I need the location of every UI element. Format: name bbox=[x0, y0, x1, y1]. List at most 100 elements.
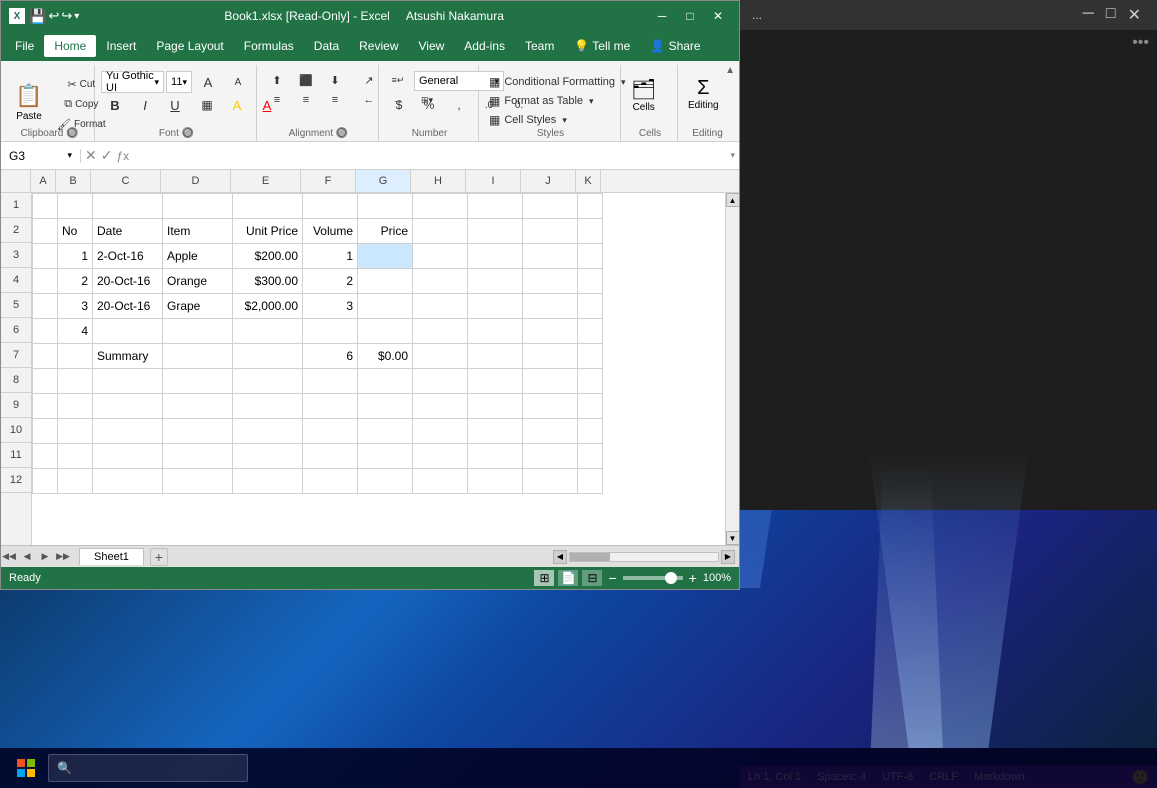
cell-h9[interactable] bbox=[413, 394, 468, 419]
vscode-ellipsis-icon[interactable]: ••• bbox=[1132, 34, 1149, 52]
cell-j5[interactable] bbox=[523, 294, 578, 319]
cell-g2[interactable]: Price bbox=[358, 219, 413, 244]
cell-d7[interactable] bbox=[163, 344, 233, 369]
cell-h6[interactable] bbox=[413, 319, 468, 344]
cell-e12[interactable] bbox=[233, 469, 303, 494]
cell-b7[interactable] bbox=[58, 344, 93, 369]
row-header-6[interactable]: 6 bbox=[1, 318, 31, 343]
cell-h5[interactable] bbox=[413, 294, 468, 319]
cell-d6[interactable] bbox=[163, 319, 233, 344]
cell-a10[interactable] bbox=[33, 419, 58, 444]
cell-k1[interactable] bbox=[578, 194, 603, 219]
cell-g1[interactable] bbox=[358, 194, 413, 219]
vscode-maximize-button[interactable]: □ bbox=[1102, 5, 1120, 25]
cancel-formula-icon[interactable]: ✕ bbox=[85, 147, 97, 164]
cell-i7[interactable] bbox=[468, 344, 523, 369]
cell-e2[interactable]: Unit Price bbox=[233, 219, 303, 244]
cell-h10[interactable] bbox=[413, 419, 468, 444]
cell-j6[interactable] bbox=[523, 319, 578, 344]
insert-function-icon[interactable]: ƒx bbox=[116, 149, 129, 163]
cell-g3[interactable] bbox=[358, 244, 413, 269]
taskbar-search[interactable]: 🔍 bbox=[48, 754, 248, 782]
cell-e10[interactable] bbox=[233, 419, 303, 444]
cell-g10[interactable] bbox=[358, 419, 413, 444]
prev-sheet-button[interactable]: ◀ bbox=[19, 549, 35, 565]
cell-j8[interactable] bbox=[523, 369, 578, 394]
cell-c5[interactable]: 20-Oct-16 bbox=[93, 294, 163, 319]
vertical-scrollbar[interactable]: ▲ ▼ bbox=[725, 193, 739, 545]
font-name-dropdown[interactable]: Yu Gothic UI ▾ bbox=[101, 71, 164, 93]
cell-i6[interactable] bbox=[468, 319, 523, 344]
cell-f5[interactable]: 3 bbox=[303, 294, 358, 319]
cell-c8[interactable] bbox=[93, 369, 163, 394]
cell-a7[interactable] bbox=[33, 344, 58, 369]
zoom-plus-button[interactable]: + bbox=[687, 570, 699, 586]
start-button[interactable] bbox=[8, 750, 44, 786]
cell-i2[interactable] bbox=[468, 219, 523, 244]
add-sheet-button[interactable]: + bbox=[150, 548, 168, 566]
col-header-a[interactable]: A bbox=[31, 170, 56, 192]
next-sheet-button[interactable]: ▶ bbox=[37, 549, 53, 565]
menu-team[interactable]: Team bbox=[515, 35, 564, 57]
vscode-minimize-button[interactable]: ─ bbox=[1079, 5, 1098, 25]
cell-h8[interactable] bbox=[413, 369, 468, 394]
menu-formulas[interactable]: Formulas bbox=[234, 35, 304, 57]
page-break-view-button[interactable]: ⊟ bbox=[582, 570, 602, 586]
cell-c10[interactable] bbox=[93, 419, 163, 444]
cell-h12[interactable] bbox=[413, 469, 468, 494]
cell-i10[interactable] bbox=[468, 419, 523, 444]
cell-k6[interactable] bbox=[578, 319, 603, 344]
cell-g4[interactable] bbox=[358, 269, 413, 294]
menu-home[interactable]: Home bbox=[44, 35, 96, 57]
cell-f12[interactable] bbox=[303, 469, 358, 494]
cell-a9[interactable] bbox=[33, 394, 58, 419]
cell-k5[interactable] bbox=[578, 294, 603, 319]
cell-g9[interactable] bbox=[358, 394, 413, 419]
cell-i3[interactable] bbox=[468, 244, 523, 269]
ribbon-collapse-button[interactable]: ▲ bbox=[725, 65, 735, 76]
row-header-5[interactable]: 5 bbox=[1, 293, 31, 318]
menu-insert[interactable]: Insert bbox=[96, 35, 146, 57]
cell-b8[interactable] bbox=[58, 369, 93, 394]
cell-a6[interactable] bbox=[33, 319, 58, 344]
cell-i8[interactable] bbox=[468, 369, 523, 394]
align-right-button[interactable]: ≡ bbox=[321, 91, 349, 109]
save-icon[interactable]: 💾 bbox=[29, 8, 46, 25]
cell-f1[interactable] bbox=[303, 194, 358, 219]
cell-e7[interactable] bbox=[233, 344, 303, 369]
cell-g6[interactable] bbox=[358, 319, 413, 344]
cell-k10[interactable] bbox=[578, 419, 603, 444]
cell-reference-box[interactable]: G3 ▾ bbox=[1, 149, 81, 163]
conditional-formatting-button[interactable]: ▦ Conditional Formatting ▾ bbox=[485, 73, 630, 91]
row-header-11[interactable]: 11 bbox=[1, 443, 31, 468]
cell-k8[interactable] bbox=[578, 369, 603, 394]
cell-h2[interactable] bbox=[413, 219, 468, 244]
cell-c9[interactable] bbox=[93, 394, 163, 419]
paste-button[interactable]: 📋 Paste bbox=[9, 73, 49, 131]
col-header-b[interactable]: B bbox=[56, 170, 91, 192]
cell-i9[interactable] bbox=[468, 394, 523, 419]
scroll-up-button[interactable]: ▲ bbox=[726, 193, 740, 207]
cell-d1[interactable] bbox=[163, 194, 233, 219]
menu-view[interactable]: View bbox=[409, 35, 455, 57]
row-header-1[interactable]: 1 bbox=[1, 193, 31, 218]
cell-g7[interactable]: $0.00 bbox=[358, 344, 413, 369]
minimize-button[interactable]: ─ bbox=[649, 6, 675, 26]
cell-d4[interactable]: Orange bbox=[163, 269, 233, 294]
cell-a1[interactable] bbox=[33, 194, 58, 219]
editing-button[interactable]: Σ Editing bbox=[684, 73, 723, 115]
cell-f4[interactable]: 2 bbox=[303, 269, 358, 294]
cell-f7[interactable]: 6 bbox=[303, 344, 358, 369]
cell-e4[interactable]: $300.00 bbox=[233, 269, 303, 294]
cell-a5[interactable] bbox=[33, 294, 58, 319]
cell-b12[interactable] bbox=[58, 469, 93, 494]
cell-c4[interactable]: 20-Oct-16 bbox=[93, 269, 163, 294]
cell-g11[interactable] bbox=[358, 444, 413, 469]
bold-button[interactable]: B bbox=[101, 95, 129, 115]
italic-button[interactable]: I bbox=[131, 95, 159, 115]
cell-a4[interactable] bbox=[33, 269, 58, 294]
cell-e3[interactable]: $200.00 bbox=[233, 244, 303, 269]
row-header-3[interactable]: 3 bbox=[1, 243, 31, 268]
align-middle-button[interactable]: ⬛ bbox=[292, 71, 320, 89]
first-sheet-button[interactable]: ◀◀ bbox=[1, 549, 17, 565]
